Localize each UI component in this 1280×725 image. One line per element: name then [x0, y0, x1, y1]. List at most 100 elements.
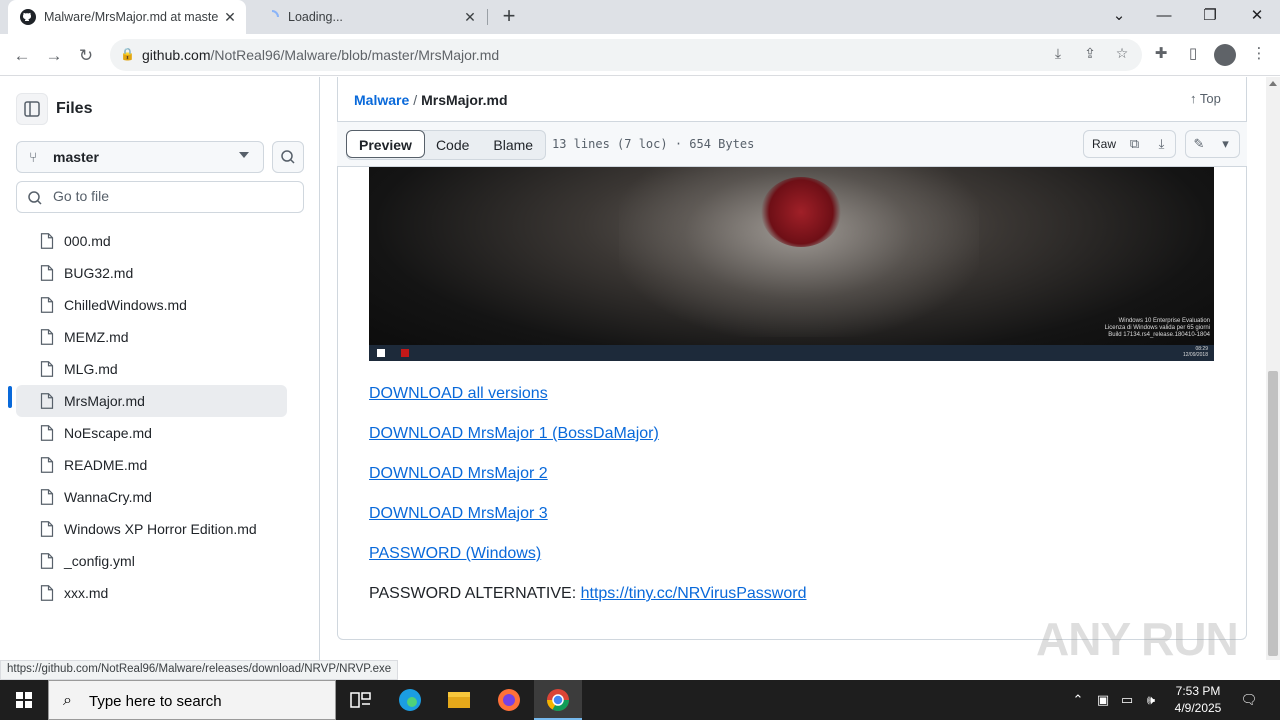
- windows-logo-icon: [16, 692, 32, 708]
- file-name-label: xxx.md: [64, 585, 109, 601]
- windows-taskbar: ⌕ Type here to search ⌃ ▣ ▭ 🕪 7:53 PM 4/…: [0, 680, 1280, 720]
- close-window-icon[interactable]: ✕: [1234, 0, 1280, 34]
- screenshot-taskbar: 08:29 12/09/2018: [369, 345, 1214, 361]
- chrome-menu-icon[interactable]: ⋮: [1248, 44, 1270, 66]
- tab-search-chevron-icon[interactable]: ⌄: [1096, 0, 1142, 34]
- network-icon[interactable]: ▭: [1116, 680, 1138, 720]
- profile-avatar[interactable]: [1214, 44, 1236, 66]
- copy-icon[interactable]: ⧉: [1121, 130, 1149, 158]
- file-tree-item[interactable]: BUG32.md: [16, 257, 287, 289]
- go-to-file-input[interactable]: [53, 188, 293, 204]
- search-icon: [28, 191, 42, 205]
- tab-blame[interactable]: Blame: [481, 131, 545, 159]
- file-tree-item[interactable]: 000.md: [16, 225, 287, 257]
- notifications-icon[interactable]: 🗨: [1234, 680, 1264, 720]
- file-icon: [40, 425, 54, 441]
- search-button[interactable]: [272, 141, 304, 173]
- go-to-file-field[interactable]: [16, 181, 304, 213]
- bookmark-star-icon[interactable]: ☆: [1112, 45, 1132, 65]
- download-mrsmajor-3-link[interactable]: DOWNLOAD MrsMajor 3: [369, 505, 548, 522]
- file-name-label: NoEscape.md: [64, 425, 152, 441]
- forward-arrow-icon[interactable]: →: [40, 42, 68, 70]
- lock-icon[interactable]: 🔒: [120, 47, 135, 61]
- file-tree-item[interactable]: Windows XP Horror Edition.md: [16, 513, 287, 545]
- url-text[interactable]: github.com/NotReal96/Malware/blob/master…: [142, 47, 499, 63]
- file-name-label: BUG32.md: [64, 265, 134, 281]
- password-alt-label: PASSWORD ALTERNATIVE:: [369, 585, 577, 602]
- file-icon: [40, 297, 54, 313]
- download-links: DOWNLOAD all versions DOWNLOAD MrsMajor …: [369, 385, 806, 625]
- top-button[interactable]: ↑ Top: [1190, 91, 1221, 106]
- caret-down-icon: [239, 152, 249, 158]
- tray-chevron-icon[interactable]: ⌃: [1068, 680, 1088, 720]
- scroll-up-arrow-icon[interactable]: [1269, 81, 1277, 86]
- minimize-icon[interactable]: —: [1141, 0, 1187, 34]
- side-panel-icon[interactable]: ▯: [1182, 44, 1204, 66]
- tray-device-icon[interactable]: ▣: [1092, 680, 1114, 720]
- edge-icon[interactable]: [386, 680, 434, 720]
- firefox-icon[interactable]: [485, 680, 533, 720]
- install-app-icon[interactable]: ⤓: [1048, 45, 1068, 65]
- page-scrollbar[interactable]: [1266, 77, 1280, 660]
- tab-loading[interactable]: Loading... ✕: [252, 0, 486, 34]
- tab-title: Malware/MrsMajor.md at maste: [44, 10, 219, 24]
- chrome-icon[interactable]: [534, 680, 582, 720]
- breadcrumb-separator: /: [413, 92, 418, 108]
- start-button[interactable]: [0, 680, 48, 720]
- tab-active[interactable]: Malware/MrsMajor.md at maste ✕: [8, 0, 246, 34]
- file-tree-item[interactable]: _config.yml: [16, 545, 287, 577]
- download-mrsmajor-1-link[interactable]: DOWNLOAD MrsMajor 1 (BossDaMajor): [369, 425, 659, 442]
- raw-button[interactable]: Raw: [1083, 130, 1126, 158]
- file-tree-item[interactable]: WannaCry.md: [16, 481, 287, 513]
- file-name-label: README.md: [64, 457, 148, 473]
- password-link[interactable]: PASSWORD (Windows): [369, 545, 541, 562]
- taskbar-search-box[interactable]: ⌕ Type here to search: [48, 680, 336, 720]
- back-arrow-icon[interactable]: ←: [8, 42, 36, 70]
- share-icon[interactable]: ⇪: [1080, 45, 1100, 65]
- breadcrumb: Malware / MrsMajor.md: [354, 92, 508, 108]
- reload-icon[interactable]: ↻: [72, 42, 100, 70]
- tab-code[interactable]: Code: [424, 131, 481, 159]
- close-tab-icon[interactable]: ✕: [462, 9, 478, 26]
- file-icon: [40, 585, 54, 601]
- file-name-label: ChilledWindows.md: [64, 297, 187, 313]
- edit-pencil-icon[interactable]: ✎: [1185, 130, 1213, 158]
- scrollbar-thumb[interactable]: [1268, 371, 1278, 656]
- tab-preview[interactable]: Preview: [346, 130, 425, 158]
- branch-name: master: [53, 149, 99, 165]
- file-tree-item[interactable]: ChilledWindows.md: [16, 289, 287, 321]
- tab-strip: Malware/MrsMajor.md at maste ✕ Loading..…: [0, 0, 1280, 34]
- download-mrsmajor-2-link[interactable]: DOWNLOAD MrsMajor 2: [369, 465, 548, 482]
- restore-icon[interactable]: ❐: [1187, 0, 1233, 34]
- file-tree-item[interactable]: NoEscape.md: [16, 417, 287, 449]
- file-icon: [40, 489, 54, 505]
- file-name-label: _config.yml: [64, 553, 135, 569]
- edit-options-caret-icon[interactable]: ▾: [1212, 130, 1240, 158]
- repo-link[interactable]: Malware: [354, 92, 409, 108]
- file-icon: [40, 393, 54, 409]
- status-bar-url: https://github.com/NotReal96/Malware/rel…: [0, 660, 399, 680]
- download-all-link[interactable]: DOWNLOAD all versions: [369, 385, 548, 402]
- file-tree-item[interactable]: xxx.md: [16, 577, 287, 609]
- collapse-sidebar-icon[interactable]: [16, 93, 48, 125]
- branch-selector[interactable]: ⑂ master: [16, 141, 264, 173]
- file-icon: [40, 457, 54, 473]
- embedded-screenshot: Windows 10 Enterprise Evaluation Licenza…: [369, 167, 1214, 361]
- file-tree-item[interactable]: README.md: [16, 449, 287, 481]
- task-view-icon[interactable]: [336, 680, 384, 720]
- extensions-puzzle-icon[interactable]: ✚: [1150, 44, 1172, 66]
- volume-icon[interactable]: 🕪: [1140, 680, 1162, 720]
- file-tree-item[interactable]: MLG.md: [16, 353, 287, 385]
- file-name-label: MEMZ.md: [64, 329, 129, 345]
- close-tab-icon[interactable]: ✕: [222, 9, 238, 26]
- address-bar[interactable]: 🔒 github.com/NotReal96/Malware/blob/mast…: [110, 39, 1142, 71]
- password-alt-link[interactable]: https://tiny.cc/NRVirusPassword: [581, 585, 807, 602]
- file-tree-item[interactable]: MEMZ.md: [16, 321, 287, 353]
- new-tab-plus-icon[interactable]: +: [497, 4, 521, 28]
- file-explorer-icon[interactable]: [435, 680, 483, 720]
- git-branch-icon: ⑂: [29, 149, 38, 165]
- sidebar-title: Files: [56, 100, 93, 117]
- taskbar-clock[interactable]: 7:53 PM 4/9/2025: [1168, 683, 1228, 717]
- download-icon[interactable]: ⤓: [1148, 130, 1176, 158]
- file-tree-item[interactable]: MrsMajor.md: [16, 385, 287, 417]
